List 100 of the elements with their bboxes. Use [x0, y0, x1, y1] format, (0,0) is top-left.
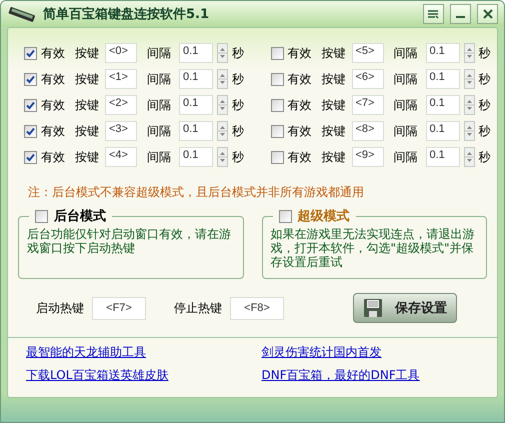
checkbox[interactable]: [270, 150, 284, 164]
checkbox[interactable]: [35, 210, 48, 222]
interval-field[interactable]: 0.1: [426, 95, 460, 115]
field-label: 按键: [75, 148, 99, 166]
key-field[interactable]: <5>: [352, 43, 384, 63]
field-label: 间隔: [394, 96, 418, 114]
key-field[interactable]: <8>: [352, 121, 384, 141]
unit-label: 秒: [232, 122, 244, 140]
spin-buttons[interactable]: [217, 121, 228, 141]
link[interactable]: 最智能的天龙辅助工具: [26, 345, 146, 359]
spin-buttons[interactable]: [464, 95, 474, 115]
field-label: 间隔: [147, 122, 171, 140]
spin-buttons[interactable]: [217, 69, 228, 89]
checkbox-label: 有效: [288, 96, 312, 114]
hotkey-label: 启动热键: [36, 300, 84, 316]
interval-field[interactable]: 0.1: [426, 147, 460, 167]
spin-buttons[interactable]: [217, 147, 228, 167]
checkbox[interactable]: [24, 124, 37, 138]
checkbox-label: 有效: [41, 70, 65, 88]
mode-description: 后台功能仅针对启动窗口有效，请在游戏窗口按下启动热键: [27, 227, 232, 255]
window-title: 简单百宝箱键盘连按软件5.1: [43, 6, 210, 23]
checkbox[interactable]: [278, 210, 292, 222]
spin-buttons[interactable]: [464, 121, 474, 141]
unit-label: 秒: [478, 44, 490, 62]
interval-field[interactable]: 0.1: [426, 69, 460, 89]
checkbox-label: 有效: [41, 148, 65, 166]
checkbox[interactable]: [24, 72, 37, 86]
interval-field[interactable]: 0.1: [179, 69, 213, 89]
unit-label: 秒: [232, 96, 244, 114]
spin-buttons[interactable]: [217, 95, 228, 115]
key-field[interactable]: <6>: [352, 69, 384, 89]
checkbox[interactable]: [24, 98, 37, 112]
field-label: 按键: [75, 70, 99, 88]
key-field[interactable]: <9>: [352, 147, 384, 167]
field-label: 按键: [322, 44, 346, 62]
field-label: 按键: [322, 70, 346, 88]
note-text: 注：后台模式不兼容超级模式，且后台模式并非所有游戏都通用: [28, 184, 365, 201]
hotkey-label: 停止热键: [174, 300, 222, 316]
field-label: 按键: [322, 96, 346, 114]
field-label: 按键: [75, 44, 99, 62]
field-label: 按键: [322, 122, 346, 140]
field-label: 间隔: [394, 70, 418, 88]
hotkey-field[interactable]: <F7>: [92, 296, 146, 320]
unit-label: 秒: [478, 148, 490, 166]
checkbox-label: 有效: [288, 70, 312, 88]
spin-buttons[interactable]: [464, 69, 474, 89]
spin-buttons[interactable]: [217, 43, 228, 63]
checkbox-label: 有效: [288, 44, 312, 62]
checkbox[interactable]: [24, 46, 37, 60]
field-label: 间隔: [394, 44, 418, 62]
link[interactable]: DNF百宝箱，最好的DNF工具: [262, 368, 420, 382]
key-field[interactable]: <2>: [105, 95, 137, 115]
save-button[interactable]: 保存设置: [353, 293, 457, 323]
close-icon[interactable]: [477, 4, 498, 24]
key-field[interactable]: <4>: [105, 147, 137, 167]
checkbox-label: 有效: [41, 122, 65, 140]
interval-field[interactable]: 0.1: [179, 147, 213, 167]
spin-buttons[interactable]: [464, 43, 474, 63]
unit-label: 秒: [232, 148, 244, 166]
key-field[interactable]: <1>: [105, 69, 137, 89]
unit-label: 秒: [232, 70, 244, 88]
spin-buttons[interactable]: [464, 147, 474, 167]
checkbox-label: 有效: [288, 122, 312, 140]
unit-label: 秒: [478, 70, 490, 88]
key-field[interactable]: <7>: [352, 95, 384, 115]
mode-label: 后台模式: [54, 208, 106, 225]
field-label: 间隔: [394, 122, 418, 140]
checkbox[interactable]: [270, 98, 284, 112]
mode-label: 超级模式: [298, 208, 350, 225]
unit-label: 秒: [232, 44, 244, 62]
key-field[interactable]: <0>: [105, 43, 137, 63]
checkbox-label: 有效: [288, 148, 312, 166]
unit-label: 秒: [478, 96, 490, 114]
checkbox[interactable]: [270, 46, 284, 60]
field-label: 间隔: [147, 96, 171, 114]
minimize-icon[interactable]: [450, 4, 471, 24]
field-label: 按键: [75, 122, 99, 140]
key-field[interactable]: <3>: [105, 121, 137, 141]
checkbox[interactable]: [24, 150, 37, 164]
interval-field[interactable]: 0.1: [426, 121, 460, 141]
field-label: 间隔: [147, 148, 171, 166]
floppy-icon: [363, 298, 383, 318]
field-label: 间隔: [394, 148, 418, 166]
hotkey-field[interactable]: <F8>: [230, 296, 284, 320]
field-label: 间隔: [147, 44, 171, 62]
interval-field[interactable]: 0.1: [179, 121, 213, 141]
checkbox-label: 有效: [41, 96, 65, 114]
field-label: 按键: [322, 148, 346, 166]
interval-field[interactable]: 0.1: [426, 43, 460, 63]
interval-field[interactable]: 0.1: [179, 95, 213, 115]
checkbox[interactable]: [270, 72, 284, 86]
checkbox[interactable]: [270, 124, 284, 138]
link[interactable]: 下载LOL百宝箱送英雄皮肤: [26, 368, 168, 382]
link[interactable]: 剑灵伤害统计国内首发: [262, 345, 382, 359]
interval-field[interactable]: 0.1: [179, 43, 213, 63]
field-label: 按键: [75, 96, 99, 114]
checkbox-label: 有效: [41, 44, 65, 62]
field-label: 间隔: [147, 70, 171, 88]
mode-description: 如果在游戏里无法实现连点，请退出游戏，打开本软件，勾选"超级模式"并保存设置后重试: [270, 227, 476, 269]
menu-icon[interactable]: [423, 4, 444, 24]
